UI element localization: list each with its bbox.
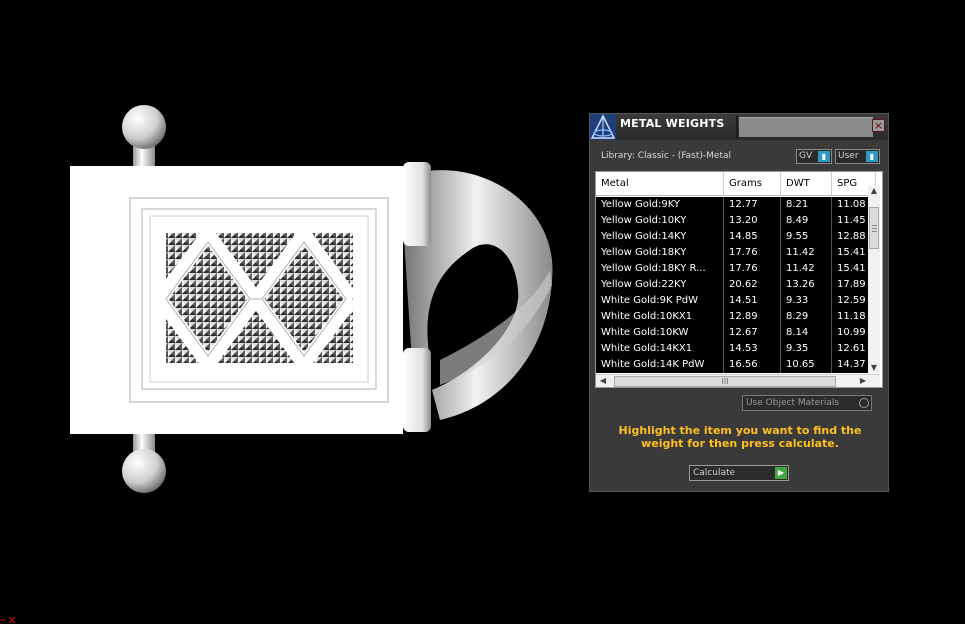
cell-metal: Yellow Gold:14KY	[596, 229, 724, 245]
horizontal-scrollbar[interactable]: ◀ III ▶	[596, 374, 880, 387]
library-label: Library: Classic - (Fast)-Metal	[601, 151, 732, 161]
scroll-down-icon[interactable]: ▼	[869, 363, 879, 373]
grip-line	[872, 228, 877, 229]
column-header-grams[interactable]: Grams	[724, 172, 781, 195]
cell-dwt: 9.55	[781, 229, 832, 245]
cell-metal: White Gold:10KW	[596, 325, 724, 341]
title-tab-divider	[736, 116, 738, 138]
app-logo-icon	[590, 114, 616, 140]
cell-grams: 17.76	[724, 261, 781, 277]
cell-grams: 17.76	[724, 245, 781, 261]
cell-grams: 14.53	[724, 341, 781, 357]
table-row[interactable]: White Gold:14KX1 14.53 9.35 12.61	[596, 341, 876, 357]
table-row[interactable]: White Gold:10KX1 12.89 8.29 11.18	[596, 309, 876, 325]
cell-grams: 13.20	[724, 213, 781, 229]
cell-metal: Yellow Gold:22KY	[596, 277, 724, 293]
radio-icon[interactable]	[859, 398, 869, 408]
title-grey-strip	[739, 117, 873, 137]
scroll-left-icon[interactable]: ◀	[598, 376, 608, 387]
cell-dwt: 11.42	[781, 261, 832, 277]
cell-dwt: 9.33	[781, 293, 832, 309]
close-icon[interactable]: ×	[872, 119, 885, 132]
cell-dwt: 8.29	[781, 309, 832, 325]
cell-dwt: 8.49	[781, 213, 832, 229]
top-ball	[122, 105, 166, 149]
cell-grams: 14.85	[724, 229, 781, 245]
cell-dwt: 9.35	[781, 341, 832, 357]
user-dropdown[interactable]: User ▮	[835, 149, 880, 164]
pendant-tab-bottom	[403, 348, 431, 432]
calculate-button[interactable]: Calculate ▶	[689, 465, 789, 481]
table-header: Metal Grams DWT SPG	[596, 172, 876, 196]
pendant-plate	[70, 166, 403, 434]
grip-line	[872, 225, 877, 226]
cell-grams: 12.67	[724, 325, 781, 341]
use-object-materials-label: Use Object Materials	[746, 398, 840, 408]
cell-metal: Yellow Gold:18KY	[596, 245, 724, 261]
scroll-up-icon[interactable]: ▲	[869, 186, 879, 196]
cell-grams: 16.56	[724, 357, 781, 373]
horizontal-scroll-thumb[interactable]: III	[614, 376, 836, 387]
gv-dropdown-label: GV	[799, 151, 813, 161]
cell-metal: White Gold:14KX1	[596, 341, 724, 357]
dropdown-arrow-icon: ▮	[818, 151, 830, 162]
cell-metal: Yellow Gold:9KY	[596, 197, 724, 213]
cell-metal: White Gold:14K PdW	[596, 357, 724, 373]
grip-line	[872, 231, 877, 232]
cell-dwt: 13.26	[781, 277, 832, 293]
pendant-tab-top	[403, 162, 431, 246]
table-row[interactable]: Yellow Gold:18KY R... 17.76 11.42 15.41	[596, 261, 876, 277]
cell-grams: 20.62	[724, 277, 781, 293]
table-row[interactable]: Yellow Gold:22KY 20.62 13.26 17.89	[596, 277, 876, 293]
user-dropdown-label: User	[838, 151, 859, 161]
column-header-metal[interactable]: Metal	[596, 172, 724, 195]
table-row[interactable]: Yellow Gold:14KY 14.85 9.55 12.88	[596, 229, 876, 245]
cell-metal: White Gold:9K PdW	[596, 293, 724, 309]
play-arrow-icon: ▶	[775, 467, 787, 479]
cell-dwt: 8.14	[781, 325, 832, 341]
table-row[interactable]: White Gold:10KW 12.67 8.14 10.99	[596, 325, 876, 341]
scroll-right-icon[interactable]: ▶	[858, 376, 868, 387]
table-row[interactable]: Yellow Gold:18KY 17.76 11.42 15.41	[596, 245, 876, 261]
cell-dwt: 11.42	[781, 245, 832, 261]
vertical-scrollbar[interactable]: ▲ ▼	[868, 186, 880, 373]
table-row[interactable]: White Gold:14K PdW 16.56 10.65 14.37	[596, 357, 876, 373]
panel-title: METAL WEIGHTS	[620, 117, 725, 130]
cell-dwt: 10.65	[781, 357, 832, 373]
table-row[interactable]: Yellow Gold:9KY 12.77 8.21 11.08	[596, 197, 876, 213]
panel-titlebar[interactable]: METAL WEIGHTS ×	[590, 114, 888, 140]
dropdown-arrow-icon: ▮	[866, 151, 878, 162]
axis-gizmo	[0, 616, 16, 624]
cell-dwt: 8.21	[781, 197, 832, 213]
instructions-text: Highlight the item you want to find the …	[618, 424, 862, 450]
cell-metal: Yellow Gold:18KY R...	[596, 261, 724, 277]
table-row[interactable]: Yellow Gold:10KY 13.20 8.49 11.45	[596, 213, 876, 229]
cell-grams: 12.89	[724, 309, 781, 325]
table-row[interactable]: White Gold:9K PdW 14.51 9.33 12.59	[596, 293, 876, 309]
metal-weights-panel: METAL WEIGHTS × Library: Classic - (Fast…	[589, 113, 889, 492]
cell-metal: White Gold:10KX1	[596, 309, 724, 325]
gv-dropdown[interactable]: GV ▮	[796, 149, 832, 164]
use-object-materials-option[interactable]: Use Object Materials	[742, 395, 872, 411]
bottom-ball	[122, 449, 166, 493]
metal-weights-table[interactable]: Metal Grams DWT SPG Yellow Gold:9KY 12.77…	[595, 171, 883, 388]
column-header-dwt[interactable]: DWT	[781, 172, 832, 195]
calculate-label: Calculate	[693, 468, 736, 478]
cell-metal: Yellow Gold:10KY	[596, 213, 724, 229]
vertical-scroll-thumb[interactable]	[869, 207, 879, 249]
cell-grams: 12.77	[724, 197, 781, 213]
cell-grams: 14.51	[724, 293, 781, 309]
